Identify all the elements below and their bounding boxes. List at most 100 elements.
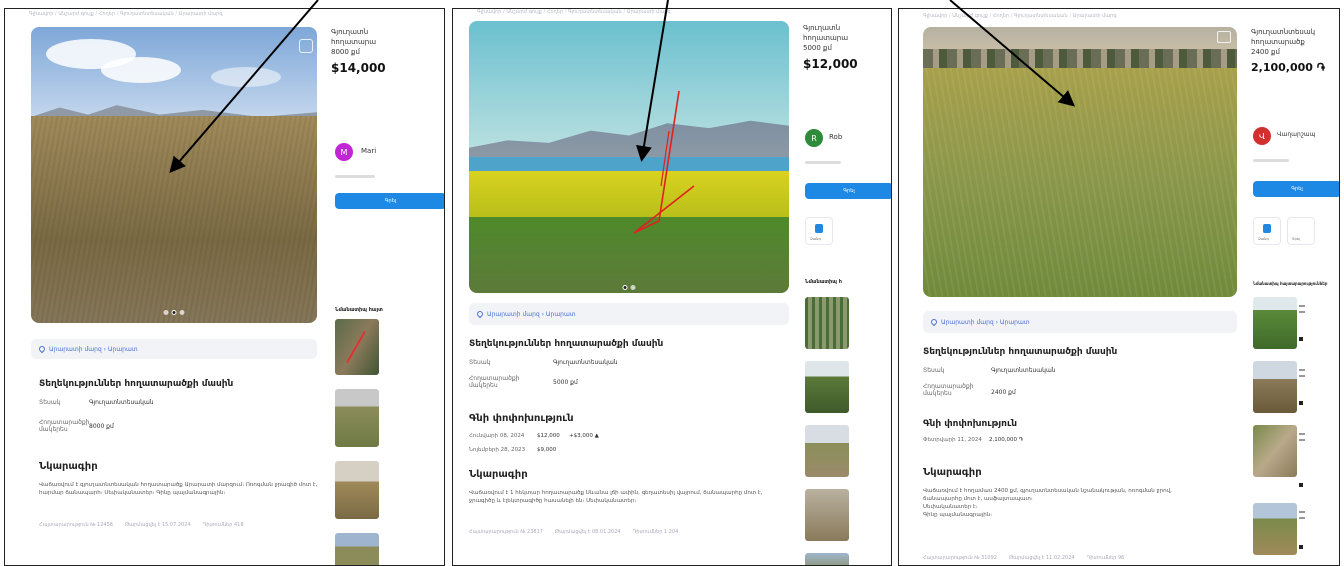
listing-photo[interactable]: [923, 27, 1237, 297]
similar-listings-title: Նմանատիպ հ: [805, 279, 842, 285]
info-value: Գյուղատնտեսական: [89, 399, 154, 406]
gallery-dots[interactable]: [622, 285, 636, 290]
sidebar-title: Գյուղատնտեսակ: [1251, 28, 1316, 36]
breadcrumb-item[interactable]: Անշարժ գույք: [947, 13, 987, 19]
description-line: Գինը պայմանագրային։: [923, 512, 993, 518]
info-key: Տեսակ: [923, 367, 945, 374]
agent-name[interactable]: Rob: [829, 133, 842, 141]
breadcrumb-item[interactable]: Հողեր: [542, 9, 563, 15]
similar-listing-thumb[interactable]: [805, 361, 849, 413]
similar-listing-thumb[interactable]: [1253, 503, 1297, 555]
description-line: Սեփականատեր է։: [923, 504, 978, 510]
similar-listings-title: Նմանատիպ հայտ: [335, 307, 383, 313]
breadcrumb-item[interactable]: Գլխավոր: [923, 13, 947, 19]
agent-subtitle: [805, 161, 841, 164]
info-key: Հողատարածքի: [39, 419, 90, 426]
message-button[interactable]: Գրել: [805, 183, 891, 199]
info-row-type: Տեսակ Գյուղատնտեսական: [39, 399, 154, 406]
description-line: Վաճառվում է 1 հեկտար հողատարածք Սևանա լճ…: [469, 490, 763, 496]
location-bar[interactable]: Արարատի մարզ › Արարատ: [469, 303, 789, 325]
breadcrumb: ԳլխավորԱնշարժ գույքՀողերԳյուղատնտեսականԱ…: [923, 13, 1117, 19]
description-text: Վաճառվում է գյուղատնտեսական հողատարածք Ա…: [39, 481, 317, 497]
breadcrumb: ԳլխավորԱնշարժ գույքՀողերԳյուղատնտեսականԱ…: [29, 11, 223, 17]
agent-name[interactable]: Վաղարշապ: [1277, 131, 1316, 138]
description-title: Նկարագիր: [39, 461, 98, 472]
agent-name[interactable]: Mari: [361, 147, 376, 155]
sidebar-title: Գյուղատն: [803, 24, 841, 32]
listing-panel-3: ԳլխավորԱնշարժ գույքՀողերԳյուղատնտեսականԱ…: [898, 8, 1340, 566]
similar-listing-thumb[interactable]: [335, 389, 379, 447]
price-history-row: Նոյեմբերի 28, 2023 $9,000: [469, 447, 556, 453]
sidebar-area: 5000 քմ: [803, 44, 832, 52]
message-tile[interactable]: Գրել: [1287, 217, 1315, 245]
call-tile[interactable]: Զանգ: [805, 217, 833, 245]
meta-item: Դիտումներ 1 204: [632, 529, 679, 535]
similar-listing-thumb[interactable]: [805, 297, 849, 349]
tile-label: Գրել: [1292, 237, 1301, 241]
map-pin-icon: [475, 309, 485, 319]
section-title: Տեղեկություններ հողատարածքի մասին: [469, 339, 664, 349]
sidebar: Գյուղատն հողատարա 5000 քմ $12,000 R Rob …: [803, 23, 891, 565]
section-title: Տեղեկություններ հողատարածքի մասին: [923, 347, 1118, 357]
gallery-expand-icon[interactable]: [1217, 31, 1231, 43]
breadcrumb-item[interactable]: Գյուղատնտեսական: [563, 9, 622, 15]
price-history-title: Գնի փոփոխություն: [469, 413, 574, 424]
location-bar[interactable]: Արարատի մարզ › Արարատ: [31, 339, 317, 359]
message-button[interactable]: Գրել: [335, 193, 444, 209]
breadcrumb-item[interactable]: Արարատի մարզ: [174, 11, 223, 17]
meta-item: Թարմացվել է 15.07.2024: [124, 522, 191, 528]
message-button[interactable]: Գրել: [1253, 181, 1339, 197]
description-text: Վաճառվում է 1 հեկտար հողատարածք Սևանա լճ…: [469, 489, 762, 505]
location-text: Արարատի մարզ › Արարատ: [941, 318, 1030, 326]
breadcrumb: ԳլխավորԱնշարժ գույքՀողերԳյուղատնտեսականԱ…: [477, 9, 671, 15]
price-history-price: $12,000: [537, 433, 560, 439]
breadcrumb-item[interactable]: Գյուղատնտեսական: [115, 11, 174, 17]
breadcrumb-item[interactable]: Արարատի մարզ: [1068, 13, 1117, 19]
agent-avatar[interactable]: M: [335, 143, 353, 161]
description-text: Վաճառվում է հողամաս 2400 քմ, գյուղատնտես…: [923, 487, 1172, 519]
gallery-dots[interactable]: [163, 310, 185, 315]
listing-photo[interactable]: [469, 21, 789, 293]
description-line: Վաճառվում է գյուղատնտեսական հողատարածք Ա…: [39, 482, 318, 488]
similar-listing-thumb[interactable]: [335, 533, 379, 565]
description-line: Վաճառվում է հողամաս 2400 քմ, գյուղատնտես…: [923, 488, 1172, 494]
listing-photo[interactable]: [31, 27, 317, 323]
similar-listing-thumb[interactable]: [1253, 425, 1297, 477]
similar-listing-thumb[interactable]: [335, 319, 379, 375]
similar-listing-thumb[interactable]: [805, 553, 849, 565]
call-tile[interactable]: Զանգ: [1253, 217, 1281, 245]
similar-listing-thumb[interactable]: [1253, 361, 1297, 413]
info-row-area: Հողատարածքի մակերես 2400 քմ: [923, 383, 1016, 397]
location-bar[interactable]: Արարատի մարզ › Արարատ: [923, 311, 1237, 333]
breadcrumb-item[interactable]: Հողեր: [94, 11, 115, 17]
similar-listing-thumb[interactable]: [805, 489, 849, 541]
similar-listing-thumb[interactable]: [805, 425, 849, 477]
price: $14,000: [331, 61, 386, 75]
meta-item: Դիտումներ 418: [202, 522, 244, 528]
breadcrumb-item[interactable]: Գլխավոր: [29, 11, 53, 17]
price-history-price: $9,000: [537, 447, 557, 453]
similar-listing-thumb[interactable]: [335, 461, 379, 519]
breadcrumb-item[interactable]: Գլխավոր: [477, 9, 501, 15]
listing-meta: Հայտարարություն № 23817 Թարմացվել է 08.01…: [469, 529, 690, 535]
agent-subtitle: [1253, 159, 1289, 162]
breadcrumb-item[interactable]: Գյուղատնտեսական: [1009, 13, 1068, 19]
listing-meta: Հայտարարություն № 12456 Թարմացվել է 15.07…: [39, 522, 256, 528]
breadcrumb-item[interactable]: Անշարժ գույք: [53, 11, 93, 17]
gallery-expand-icon[interactable]: [299, 39, 313, 53]
meta-item: Հայտարարություն № 23817: [469, 529, 543, 535]
info-value: 8000 քմ: [89, 423, 114, 430]
info-row-type: Տեսակ Գյուղատնտեսական: [923, 367, 1056, 374]
breadcrumb-item[interactable]: Հողեր: [988, 13, 1009, 19]
info-row-area: Հողատարածքի մակերես 5000 քմ: [469, 375, 578, 389]
sidebar: Գյուղատնտեսակ հողատարածք 2400 քմ 2,100,0…: [1251, 27, 1339, 565]
agent-avatar[interactable]: Վ: [1253, 127, 1271, 145]
breadcrumb-item[interactable]: Անշարժ գույք: [501, 9, 541, 15]
agent-avatar[interactable]: R: [805, 129, 823, 147]
price-change-badge: +$3,000 ▲: [569, 433, 599, 439]
info-key: մակերես: [469, 382, 498, 389]
breadcrumb-item[interactable]: Արարատի մարզ: [622, 9, 671, 15]
similar-listing-thumb[interactable]: [1253, 297, 1297, 349]
meta-item: Հայտարարություն № 31092: [923, 555, 997, 561]
description-title: Նկարագիր: [469, 469, 528, 480]
